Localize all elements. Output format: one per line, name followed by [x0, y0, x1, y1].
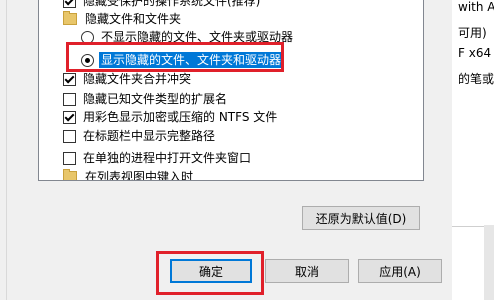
tree-item-hide-extensions[interactable]: 隐藏已知文件类型的扩展名 [63, 90, 229, 108]
cancel-button[interactable]: 取消 [265, 259, 349, 283]
tree-item-hidden-files-folder[interactable]: 隐藏文件和文件夹 [63, 10, 183, 28]
background-text-line: F x64 [458, 46, 492, 60]
folder-options-dialog: 隐藏受保护的操作系统文件(推荐) 隐藏文件和文件夹 不显示隐藏的文件、文件夹或驱… [0, 0, 452, 300]
tree-item-label: 用彩色显示加密或压缩的 NTFS 文件 [83, 110, 278, 124]
tree-item-label: 在列表视图中键入时 [85, 170, 194, 181]
background-scrollbar [484, 225, 494, 300]
tree-item-label: 在单独的进程中打开文件夹窗口 [83, 151, 252, 165]
background-text-line: 的笔或 [458, 72, 494, 86]
apply-button[interactable]: 应用(A) [358, 259, 442, 283]
tree-item-hide-folder-merge-conflicts[interactable]: 隐藏文件夹合并冲突 [63, 70, 193, 88]
checkbox-unchecked-icon[interactable] [63, 92, 76, 106]
tree-item-label: 隐藏受保护的操作系统文件(推荐) [83, 0, 261, 8]
tree-item-list-view-typing[interactable]: 在列表视图中键入时 [63, 168, 195, 181]
tree-item-full-path-title[interactable]: 在标题栏中显示完整路径 [63, 127, 217, 145]
background-text-line: 可用) [458, 26, 487, 40]
highlight-box-show-hidden [66, 42, 284, 72]
checkbox-checked-icon[interactable] [63, 72, 76, 86]
tree-item-label: 在标题栏中显示完整路径 [83, 129, 216, 143]
folder-icon [63, 169, 77, 180]
checkbox-checked-icon[interactable] [63, 0, 76, 8]
tree-item-label: 隐藏已知文件类型的扩展名 [83, 92, 228, 106]
checkbox-unchecked-icon[interactable] [63, 151, 76, 165]
checkbox-unchecked-icon[interactable] [63, 129, 76, 143]
checkbox-checked-icon[interactable] [63, 110, 76, 124]
tree-item-hide-protected-os-files[interactable]: 隐藏受保护的操作系统文件(推荐) [63, 0, 262, 10]
advanced-settings-tree[interactable]: 隐藏受保护的操作系统文件(推荐) 隐藏文件和文件夹 不显示隐藏的文件、文件夹或驱… [38, 0, 424, 181]
tree-item-label: 隐藏文件夹合并冲突 [83, 72, 192, 86]
tree-item-separate-process[interactable]: 在单独的进程中打开文件夹窗口 [63, 149, 253, 167]
tree-item-color-ntfs[interactable]: 用彩色显示加密或压缩的 NTFS 文件 [63, 108, 279, 126]
highlight-box-ok [156, 251, 264, 295]
restore-defaults-button[interactable]: 还原为默认值(D) [302, 206, 420, 230]
background-text-line: with A [458, 0, 494, 14]
dialog-left-edge [0, 0, 7, 300]
tree-item-label: 隐藏文件和文件夹 [85, 12, 182, 26]
folder-icon [63, 11, 77, 25]
